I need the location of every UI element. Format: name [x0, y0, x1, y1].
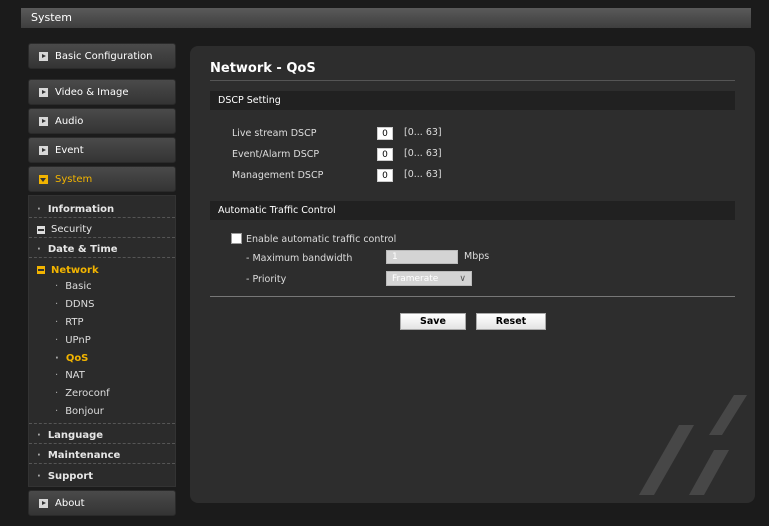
window-title: System: [31, 11, 73, 24]
network-item-label: Bonjour: [65, 405, 104, 417]
submenu-item-security[interactable]: Security: [29, 218, 175, 238]
priority-select[interactable]: Framerate ∨: [386, 271, 472, 286]
sidebar-item-label: About: [55, 497, 85, 509]
live-stream-dscp-range: [0... 63]: [404, 127, 442, 138]
submenu-item-date-time[interactable]: · Date & Time: [29, 238, 175, 258]
bullet-icon: ·: [55, 281, 59, 293]
submenu-item-label: Security: [51, 224, 93, 235]
network-item-label: Zeroconf: [65, 388, 110, 400]
window-titlebar: System: [21, 8, 751, 28]
max-bandwidth-input[interactable]: 1: [386, 250, 458, 264]
submenu-item-language[interactable]: · Language: [29, 424, 175, 445]
submenu-item-label: Information: [47, 204, 115, 215]
network-item-bonjour[interactable]: · Bonjour: [29, 403, 175, 421]
arrow-right-icon: [39, 87, 48, 97]
bullet-icon: ·: [37, 244, 41, 255]
submenu-item-label: Maintenance: [47, 450, 121, 462]
bullet-icon: ·: [55, 370, 59, 382]
submenu-item-maintenance[interactable]: · Maintenance: [29, 444, 175, 465]
sidebar-item-label: Basic Configuration: [55, 50, 153, 62]
bullet-icon: ·: [55, 388, 59, 400]
sidebar-item-label: Video & Image: [55, 86, 129, 98]
submenu-item-label: Date & Time: [47, 244, 118, 255]
management-dscp-label: Management DSCP: [232, 170, 324, 181]
bullet-icon: ·: [55, 405, 59, 417]
network-item-upnp[interactable]: · UPnP: [29, 331, 175, 349]
network-item-label: NAT: [65, 370, 85, 382]
event-alarm-dscp-input[interactable]: 0: [377, 148, 393, 161]
chevron-down-icon: ∨: [459, 273, 466, 284]
bullet-icon: ·: [37, 204, 41, 215]
arrow-right-icon: [39, 116, 48, 126]
bullet-icon: ·: [55, 334, 59, 346]
max-bandwidth-unit: Mbps: [464, 251, 490, 262]
network-item-nat[interactable]: · NAT: [29, 367, 175, 385]
submenu-item-label: Language: [47, 430, 104, 442]
submenu-item-label: Network: [51, 264, 99, 276]
section-divider: [210, 296, 735, 297]
system-submenu: · Information Security · Date & Time Net…: [28, 195, 176, 488]
submenu-item-support[interactable]: · Support: [29, 464, 175, 484]
sidebar-item-system[interactable]: System: [28, 166, 176, 192]
submenu-item-label: Support: [47, 470, 94, 482]
sidebar-item-label: Audio: [55, 115, 84, 127]
priority-label: - Priority: [246, 274, 287, 285]
bullet-icon: ·: [37, 450, 41, 462]
network-item-basic[interactable]: · Basic: [29, 278, 175, 296]
network-item-zeroconf[interactable]: · Zeroconf: [29, 385, 175, 403]
sidebar-item-about[interactable]: About: [28, 490, 176, 517]
network-group: Network · Basic · DDNS · RTP · UPnP · QoS · NA…: [29, 258, 175, 425]
enable-atc-label: Enable automatic traffic control: [246, 234, 397, 245]
bullet-icon: ·: [37, 470, 41, 482]
reset-button[interactable]: Reset: [476, 313, 546, 330]
collapse-icon: [37, 225, 45, 234]
sidebar-item-basic-configuration[interactable]: Basic Configuration: [28, 43, 176, 69]
max-bandwidth-label: - Maximum bandwidth: [246, 253, 353, 264]
sidebar-item-video-image[interactable]: Video & Image: [28, 79, 176, 105]
management-dscp-range: [0... 63]: [404, 169, 442, 180]
arrow-right-icon: [39, 51, 48, 61]
bullet-icon: ·: [37, 430, 41, 442]
title-divider: [210, 80, 735, 81]
submenu-item-network[interactable]: Network: [29, 258, 175, 278]
sidebar: Basic Configuration Video & Image Audio …: [28, 43, 176, 519]
collapse-icon: [37, 266, 45, 274]
network-item-label: RTP: [65, 316, 84, 328]
network-item-label: Basic: [65, 281, 92, 293]
network-item-label: UPnP: [65, 334, 91, 346]
section-header-atc: Automatic Traffic Control: [210, 201, 735, 220]
network-item-label: DDNS: [65, 299, 95, 311]
bullet-icon: ·: [55, 299, 59, 311]
live-stream-dscp-label: Live stream DSCP: [232, 128, 317, 139]
network-item-qos[interactable]: · QoS: [29, 349, 175, 367]
event-alarm-dscp-range: [0... 63]: [404, 148, 442, 159]
submenu-item-information[interactable]: · Information: [29, 198, 175, 218]
save-button[interactable]: Save: [400, 313, 466, 330]
sidebar-item-label: Event: [55, 144, 84, 156]
network-item-ddns[interactable]: · DDNS: [29, 296, 175, 314]
bullet-icon: ·: [55, 352, 59, 364]
sidebar-item-event[interactable]: Event: [28, 137, 176, 163]
sidebar-item-label: System: [55, 173, 93, 185]
live-stream-dscp-input[interactable]: 0: [377, 127, 393, 140]
arrow-right-icon: [39, 498, 48, 508]
arrow-down-icon: [39, 174, 48, 184]
page-title: Network - QoS: [210, 61, 316, 76]
network-item-rtp[interactable]: · RTP: [29, 314, 175, 332]
enable-atc-checkbox[interactable]: [231, 233, 242, 244]
section-header-dscp: DSCP Setting: [210, 91, 735, 110]
event-alarm-dscp-label: Event/Alarm DSCP: [232, 149, 320, 160]
network-item-label: QoS: [65, 352, 89, 364]
arrow-right-icon: [39, 145, 48, 155]
brand-watermark-icon: [639, 395, 747, 495]
priority-select-value: Framerate: [392, 273, 439, 284]
bullet-icon: ·: [55, 316, 59, 328]
main-panel: Network - QoS DSCP Setting Live stream D…: [190, 46, 755, 503]
sidebar-item-audio[interactable]: Audio: [28, 108, 176, 134]
management-dscp-input[interactable]: 0: [377, 169, 393, 182]
